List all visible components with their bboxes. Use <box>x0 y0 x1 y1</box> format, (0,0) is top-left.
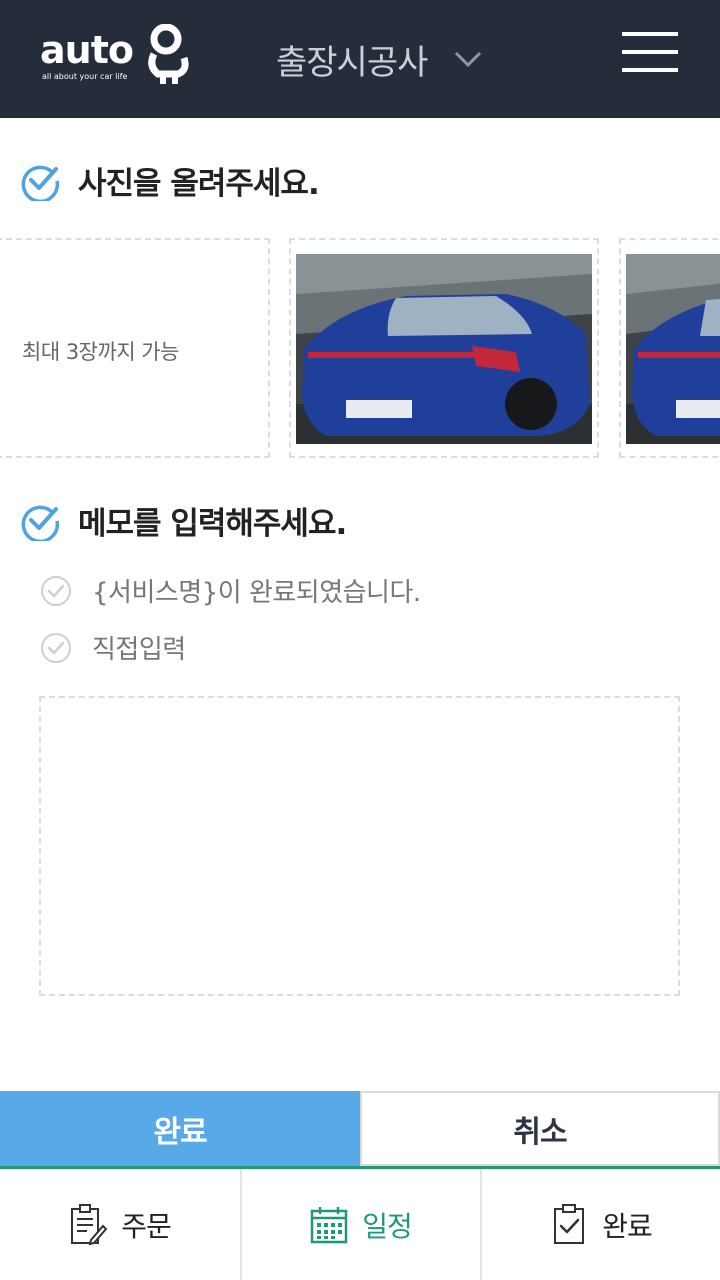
nav-label-complete: 완료 <box>602 1209 653 1243</box>
logo-mascot-icon <box>148 24 189 84</box>
photo-limit-hint: 최대 3장까지 가능 <box>22 340 179 364</box>
calendar-icon <box>310 1206 348 1243</box>
clipboard-edit-icon <box>71 1203 108 1245</box>
car-photo-image <box>296 254 592 444</box>
nav-label-order: 주문 <box>121 1209 172 1243</box>
check-circle-icon <box>21 165 60 201</box>
memo-option-direct-input[interactable]: 직접입력 <box>40 629 186 666</box>
memo-option-label: 직접입력 <box>92 635 186 665</box>
chevron-down-icon <box>455 51 482 68</box>
logo-tagline: all about your car life <box>42 72 128 81</box>
complete-button[interactable]: 완료 <box>0 1091 360 1166</box>
memo-section-label: 메모를 입력해주세요. <box>78 506 347 542</box>
check-circle-icon <box>21 505 60 541</box>
app-header: auto all about your car life 출장시공사 <box>0 0 720 118</box>
photo-thumbnail-1[interactable] <box>289 238 599 458</box>
photo-thumbnail-2[interactable] <box>619 238 720 458</box>
radio-check-icon <box>41 575 71 606</box>
nav-item-complete[interactable]: 완료 <box>480 1169 720 1280</box>
logo-text: auto <box>40 28 134 72</box>
nav-item-order[interactable]: 주문 <box>0 1169 240 1280</box>
hamburger-menu-icon[interactable] <box>622 30 678 74</box>
nav-label-schedule: 일정 <box>362 1209 413 1243</box>
memo-textarea[interactable] <box>39 696 680 996</box>
clipboard-check-icon <box>554 1203 585 1244</box>
radio-check-icon <box>41 632 71 663</box>
memo-option-service-complete[interactable]: {서비스명}이 완료되였습니다. <box>40 572 421 609</box>
memo-section-title: 메모를 입력해주세요. <box>20 498 347 543</box>
car-photo-image <box>626 254 720 444</box>
photo-section-title: 사진을 올려주세요. <box>20 158 320 203</box>
nav-item-schedule[interactable]: 일정 <box>240 1169 480 1280</box>
company-selector[interactable]: 출장시공사 <box>276 34 483 84</box>
cancel-button[interactable]: 취소 <box>360 1091 720 1166</box>
photo-section-label: 사진을 올려주세요. <box>78 166 320 202</box>
autog-logo[interactable]: auto all about your car life <box>40 24 200 94</box>
memo-option-label: {서비스명}이 완료되였습니다. <box>92 578 421 608</box>
header-title: 출장시공사 <box>276 42 428 83</box>
photo-upload-slot[interactable]: 최대 3장까지 가능 <box>0 238 270 458</box>
bottom-nav: 주문 일정 완료 <box>0 1166 720 1280</box>
